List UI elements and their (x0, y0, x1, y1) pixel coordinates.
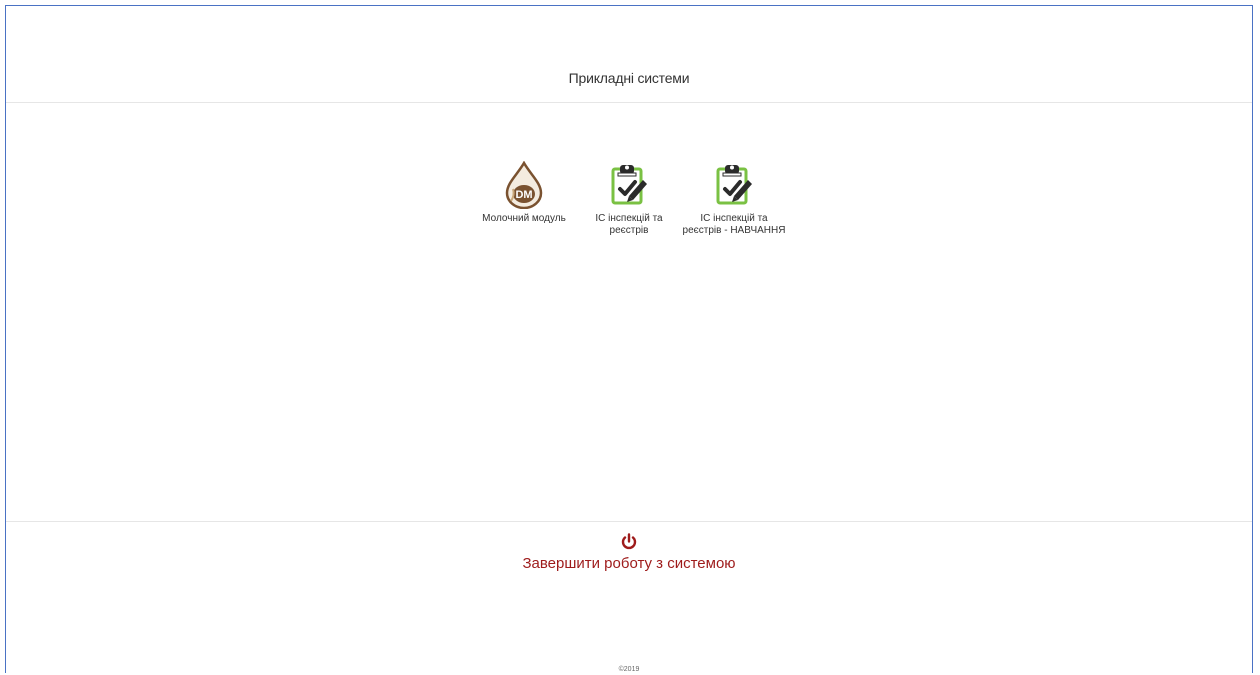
app-label: Молочний модуль (482, 213, 566, 224)
svg-text:DM: DM (515, 189, 532, 201)
page-header: Прикладні системи (6, 6, 1252, 103)
app-label: ІС інспекцій та реєстрів - НАВЧАННЯ (682, 213, 786, 236)
dm-drop-icon[interactable]: DM (502, 161, 546, 209)
app-tile-inspections[interactable]: ІС інспекцій та реєстрів (577, 161, 682, 237)
copyright-text: ©2019 (618, 666, 640, 673)
app-label: ІС інспекцій та реєстрів (595, 213, 663, 236)
app-tile-milk-module[interactable]: DM Молочний модуль (472, 161, 577, 237)
logout-label[interactable]: Завершити роботу з системою (522, 555, 735, 572)
power-icon[interactable] (620, 533, 638, 551)
app-window: Прикладні системи DM Молочний модуль ІС … (5, 5, 1253, 673)
clipboard-check-icon[interactable] (607, 161, 651, 209)
app-tile-inspections-training[interactable]: ІС інспекцій та реєстрів - НАВЧАННЯ (682, 161, 787, 237)
app-launcher: DM Молочний модуль ІС інспекцій та реєст… (6, 161, 1252, 237)
logout-button[interactable]: Завершити роботу з системою (6, 533, 1252, 572)
clipboard-check-icon[interactable] (712, 161, 756, 209)
footer-divider (6, 521, 1252, 522)
page-title: Прикладні системи (568, 70, 690, 86)
